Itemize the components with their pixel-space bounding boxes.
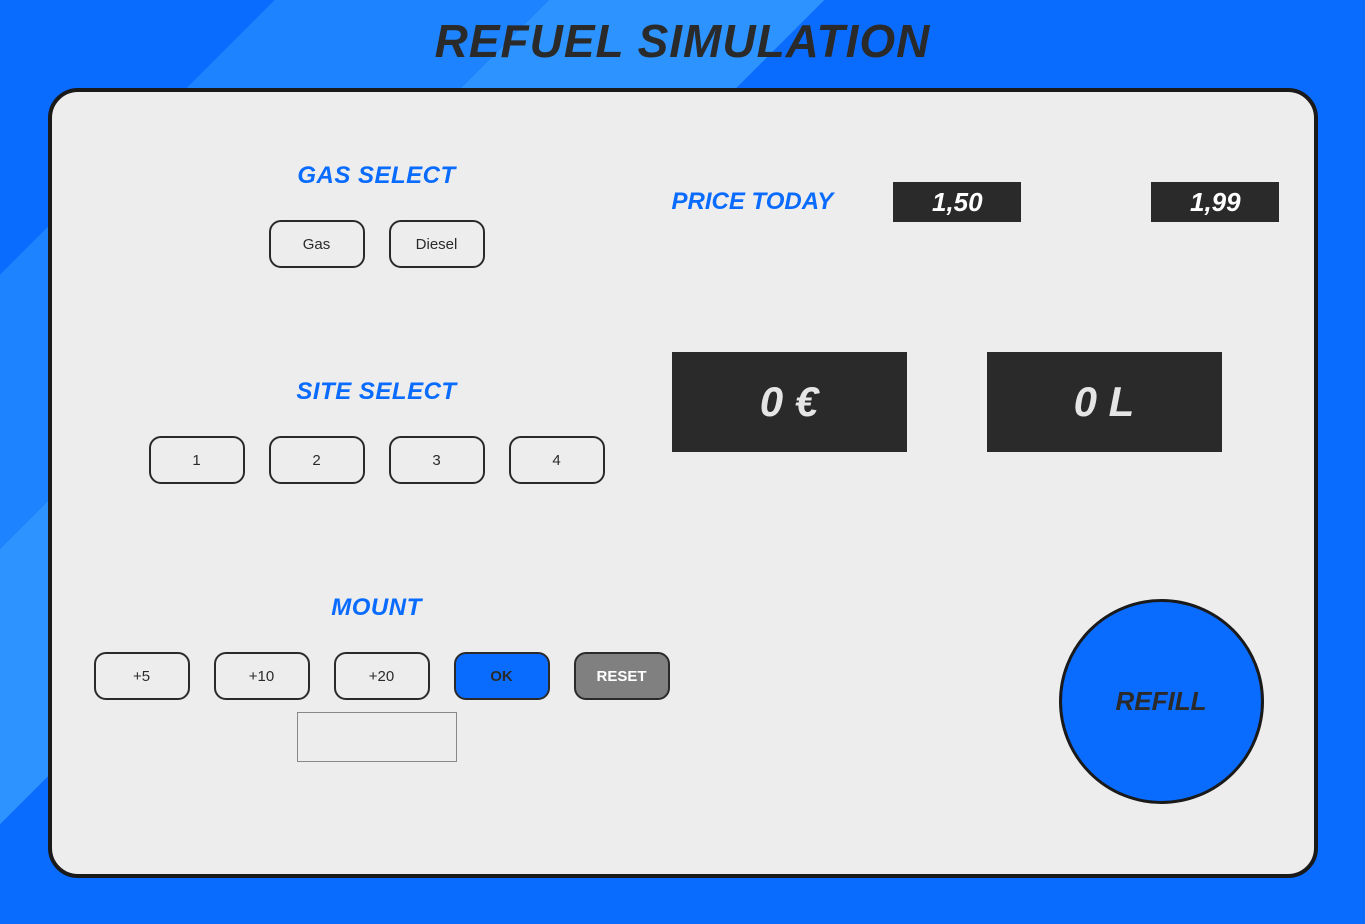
refill-button[interactable]: REFILL [1059,599,1264,804]
gas-option-gas[interactable]: Gas [269,220,365,268]
gas-option-diesel[interactable]: Diesel [389,220,485,268]
site-option-1[interactable]: 1 [149,436,245,484]
mount-ok-button[interactable]: OK [454,652,550,700]
site-option-4[interactable]: 4 [509,436,605,484]
gas-select-row: Gas Diesel [167,220,587,268]
mount-heading: MOUNT [167,594,587,622]
gas-select-heading: GAS SELECT [167,162,587,190]
cost-display: 0 € [672,352,907,452]
site-option-2[interactable]: 2 [269,436,365,484]
left-column: GAS SELECT Gas Diesel SITE SELECT 1 2 3 … [82,132,672,844]
site-select-heading: SITE SELECT [167,378,587,406]
mount-plus5[interactable]: +5 [94,652,190,700]
price-today-row: PRICE TODAY 1,50 1,99 [672,182,1284,222]
mount-row: +5 +10 +20 OK RESET [82,652,682,700]
site-option-3[interactable]: 3 [389,436,485,484]
site-select-section: SITE SELECT 1 2 3 4 [82,378,672,484]
site-select-row: 1 2 3 4 [97,436,657,484]
volume-display: 0 L [987,352,1222,452]
page-title: REFUEL SIMULATION [435,14,931,68]
price-diesel: 1,99 [1151,182,1279,222]
mount-plus20[interactable]: +20 [334,652,430,700]
price-today-label: PRICE TODAY [672,188,834,216]
main-panel: GAS SELECT Gas Diesel SITE SELECT 1 2 3 … [48,88,1318,878]
display-row: 0 € 0 L [672,352,1284,452]
gas-select-section: GAS SELECT Gas Diesel [82,162,672,268]
price-gas: 1,50 [893,182,1021,222]
mount-section: MOUNT +5 +10 +20 OK RESET [82,594,672,762]
right-column: PRICE TODAY 1,50 1,99 0 € 0 L REFILL [672,132,1284,844]
mount-reset-button[interactable]: RESET [574,652,670,700]
mount-input[interactable] [297,712,457,762]
mount-plus10[interactable]: +10 [214,652,310,700]
